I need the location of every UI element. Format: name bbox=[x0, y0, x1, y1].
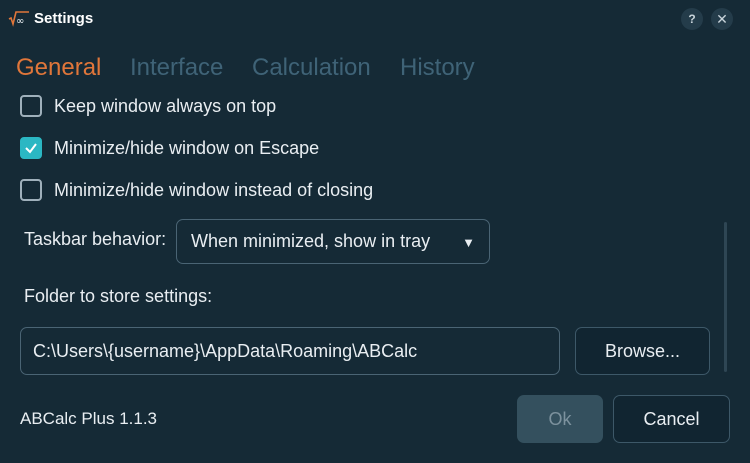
cancel-button[interactable]: Cancel bbox=[613, 395, 730, 443]
close-button[interactable]: ✕ bbox=[711, 8, 733, 30]
svg-text:∞: ∞ bbox=[16, 16, 24, 27]
settings-folder-input[interactable] bbox=[20, 327, 560, 375]
title-bar: ∞ Settings ? ✕ bbox=[0, 0, 750, 38]
option-label: Minimize/hide window on Escape bbox=[54, 137, 320, 158]
tab-interface[interactable]: Interface bbox=[130, 54, 223, 82]
sqrt-infinity-app-icon: ∞ bbox=[8, 9, 30, 27]
taskbar-behavior-value: When minimized, show in tray bbox=[191, 231, 431, 251]
option-label: Keep window always on top bbox=[54, 95, 277, 116]
option-always-on-top[interactable]: Keep window always on top bbox=[20, 93, 276, 119]
option-hide-instead-of-closing[interactable]: Minimize/hide window instead of closing bbox=[20, 177, 373, 203]
settings-folder-label: Folder to store settings: bbox=[24, 286, 213, 306]
browse-button[interactable]: Browse... bbox=[575, 327, 710, 375]
tab-general[interactable]: General bbox=[16, 54, 101, 82]
always-on-top-checkbox[interactable] bbox=[20, 95, 42, 117]
hide-on-escape-checkbox[interactable] bbox=[20, 137, 42, 159]
tab-calculation[interactable]: Calculation bbox=[252, 54, 371, 82]
option-label: Minimize/hide window instead of closing bbox=[54, 179, 374, 200]
window-title: Settings bbox=[34, 10, 94, 27]
tab-history[interactable]: History bbox=[400, 54, 475, 82]
help-button[interactable]: ? bbox=[681, 8, 703, 30]
taskbar-behavior-label: Taskbar behavior: bbox=[24, 229, 167, 249]
option-hide-on-escape[interactable]: Minimize/hide window on Escape bbox=[20, 135, 319, 161]
taskbar-behavior-select[interactable]: When minimized, show in tray ▼ bbox=[176, 219, 490, 264]
hide-instead-of-closing-checkbox[interactable] bbox=[20, 179, 42, 201]
app-version: ABCalc Plus 1.1.3 bbox=[20, 409, 158, 428]
ok-button[interactable]: Ok bbox=[517, 395, 603, 443]
dropdown-arrow-icon: ▼ bbox=[462, 235, 475, 250]
checkmark-icon bbox=[25, 143, 37, 154]
scrollbar[interactable] bbox=[724, 222, 727, 372]
